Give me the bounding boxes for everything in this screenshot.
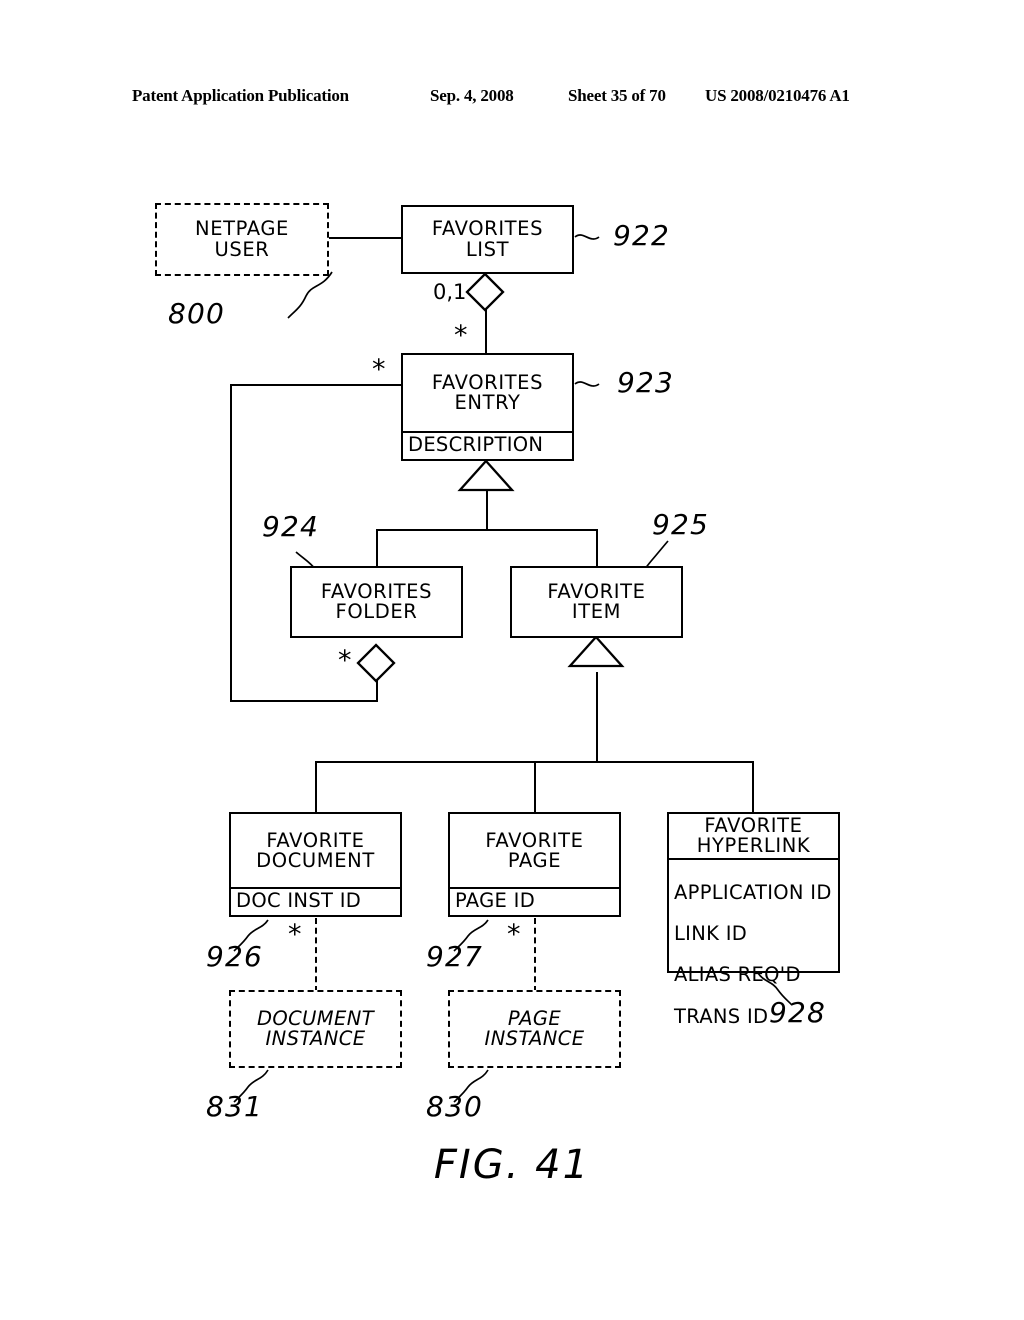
class-name-favorite-page: FAVORITE PAGE [485, 828, 584, 872]
class-name-favorite-document: FAVORITE DOCUMENT [256, 828, 375, 872]
reference-numeral-928: 928 [769, 996, 827, 1029]
figure-caption: FIG. 41 [433, 1142, 591, 1188]
class-name-favorites-list: FAVORITES LIST [431, 217, 544, 261]
reference-numeral-925: 925 [652, 508, 710, 541]
connector-left-rail-bottom [230, 700, 378, 703]
attribute-link-id: LINK ID [674, 922, 748, 946]
generalization-triangle-favorites-entry [457, 459, 515, 492]
connector-page-to-instance [534, 918, 536, 992]
reference-numeral-926: 926 [206, 940, 264, 973]
connector-user-to-list [328, 237, 402, 240]
reference-numeral-927: 927 [426, 940, 484, 973]
class-box-netpage-user[interactable]: NETPAGE USER [155, 203, 329, 276]
class-box-page-instance[interactable]: PAGE INSTANCE [448, 990, 621, 1068]
multiplicity-entry-to-folder-many: * [372, 354, 386, 385]
diagram-vector-overlay [233, 234, 793, 1103]
class-box-document-instance[interactable]: DOCUMENT INSTANCE [229, 990, 402, 1068]
leader-line-922 [574, 234, 600, 240]
class-name-favorites-folder: FAVORITES FOLDER [320, 579, 433, 623]
connector-document-to-instance [315, 918, 317, 992]
aggregation-diamond-favorites-list [465, 272, 505, 312]
connector-split-to-favorite-page [534, 761, 537, 813]
class-name-favorite-hyperlink: FAVORITE HYPERLINK [696, 814, 811, 858]
class-box-favorite-page[interactable]: FAVORITE PAGE PAGE ID [448, 812, 621, 917]
multiplicity-favorite-page-many: * [507, 919, 521, 950]
reference-numeral-924: 924 [262, 510, 320, 543]
class-box-favorite-item[interactable]: FAVORITE ITEM [510, 566, 683, 638]
multiplicity-list-to-entry-many: * [454, 320, 468, 351]
class-box-favorites-folder[interactable]: FAVORITES FOLDER [290, 566, 463, 638]
reference-numeral-831: 831 [206, 1090, 264, 1123]
connector-entry-split-bar [376, 529, 598, 532]
connector-left-rail-vertical [230, 384, 233, 702]
class-name-page-instance: PAGE INSTANCE [484, 1006, 585, 1050]
class-box-favorites-entry[interactable]: FAVORITES ENTRY DESCRIPTION [401, 353, 574, 461]
class-name-favorite-item: FAVORITE ITEM [547, 579, 646, 623]
multiplicity-list-to-entry-aggregate: 0,1 [433, 280, 467, 304]
uml-class-diagram: NETPAGE USER FAVORITES LIST FAVORITES EN… [0, 0, 1024, 1320]
attribute-application-id: APPLICATION ID [674, 880, 832, 904]
class-box-favorite-document[interactable]: FAVORITE DOCUMENT DOC INST ID [229, 812, 402, 917]
connector-item-generalization-stem [596, 672, 599, 762]
reference-numeral-922: 922 [613, 219, 671, 252]
connector-split-to-folder [376, 529, 379, 567]
class-attributes-favorites-entry: DESCRIPTION [403, 431, 572, 459]
connector-split-to-favorite-document [315, 761, 318, 813]
connector-split-to-favorite-hyperlink [752, 761, 755, 813]
connector-split-to-item [596, 529, 599, 567]
reference-numeral-830: 830 [426, 1090, 484, 1123]
leader-line-923 [574, 381, 600, 387]
connector-list-to-entry [485, 307, 488, 355]
class-name-netpage-user: NETPAGE USER [195, 217, 289, 261]
reference-numeral-923: 923 [617, 366, 675, 399]
class-attributes-favorite-document: DOC INST ID [231, 887, 400, 915]
multiplicity-folder-aggregate-many: * [338, 645, 352, 676]
reference-numeral-800: 800 [168, 297, 226, 330]
generalization-triangle-favorite-item [567, 635, 625, 668]
multiplicity-favorite-document-many: * [288, 919, 302, 950]
class-name-document-instance: DOCUMENT INSTANCE [256, 1006, 375, 1050]
class-box-favorite-hyperlink[interactable]: FAVORITE HYPERLINK APPLICATION ID LINK I… [667, 812, 840, 1026]
leader-line-800 [287, 271, 333, 319]
connector-rail-to-folder-diamond [376, 672, 379, 702]
connector-entry-generalization-stem [486, 487, 489, 531]
class-attributes-favorite-page: PAGE ID [450, 887, 619, 915]
class-name-favorites-entry: FAVORITES ENTRY [431, 371, 544, 415]
attribute-alias-reqd: ALIAS REQ'D [674, 963, 801, 987]
class-box-favorites-list[interactable]: FAVORITES LIST [401, 205, 574, 274]
